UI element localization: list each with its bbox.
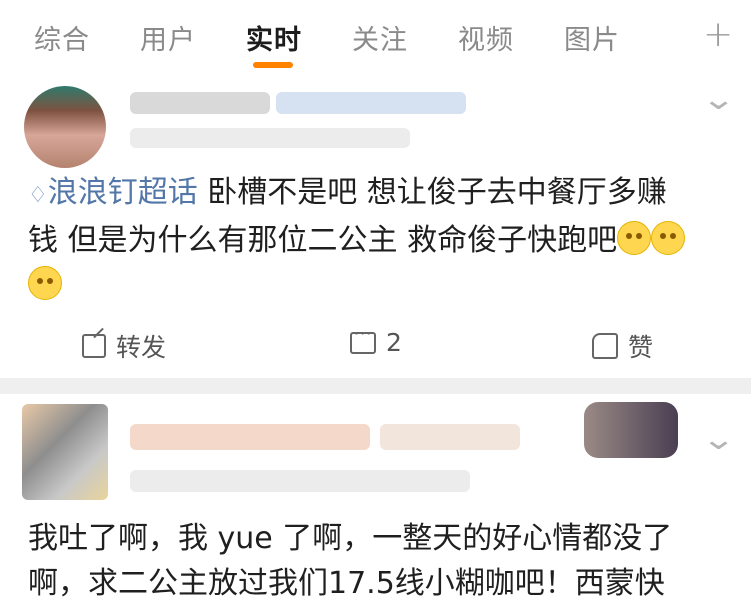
plus-icon[interactable]: + [703, 14, 733, 55]
active-tab-indicator [253, 62, 293, 68]
post-text: ♢浪浪钉超话 卧槽不是吧 想让俊子去中餐厅多赚 钱 但是为什么有那位二公主 救命… [28, 170, 728, 308]
share-icon [82, 334, 106, 358]
avatar[interactable] [22, 404, 108, 500]
tab-following[interactable]: 关注 [352, 18, 408, 57]
post-text-line1: 卧槽不是吧 想让俊子去中餐厅多赚 [197, 175, 667, 210]
username-blurred[interactable] [130, 424, 370, 450]
tab-pictures[interactable]: 图片 [564, 18, 620, 57]
user-badge-blurred [276, 92, 466, 114]
smile-emoji [617, 221, 652, 255]
comment-button[interactable]: 2 [350, 324, 402, 357]
diamond-topic-icon[interactable]: ♢ [28, 183, 48, 208]
tab-realtime[interactable]: 实时 [246, 18, 302, 57]
smile-emoji [651, 221, 686, 255]
post-text-line1: 我吐了啊，我 yue 了啊，一整天的好心情都没了 [28, 521, 673, 556]
like-label: 赞 [628, 333, 654, 362]
post-text: 我吐了啊，我 yue 了啊，一整天的好心情都没了 啊，求二公主放过我们17.5线… [28, 516, 728, 606]
tab-video[interactable]: 视频 [458, 18, 514, 57]
comment-count: 2 [386, 328, 402, 357]
share-button[interactable]: 转发 [82, 328, 166, 364]
tab-users[interactable]: 用户 [140, 18, 196, 57]
tab-comprehensive[interactable]: 综合 [34, 18, 90, 57]
card-separator [0, 378, 751, 394]
post-actions: 转发 2 赞 [0, 324, 751, 368]
post-text-line2: 钱 但是为什么有那位二公主 救命俊子快跑吧 [28, 223, 618, 258]
user-badge-blurred [380, 424, 520, 450]
tab-bar: 综合 用户 实时 关注 视频 图片 + [0, 0, 751, 78]
post-text-line2: 啊，求二公主放过我们17.5线小糊咖吧！西蒙快 [28, 566, 665, 601]
like-button[interactable]: 赞 [592, 328, 653, 364]
post-card: ⌄ ♢浪浪钉超话 卧槽不是吧 想让俊子去中餐厅多赚 钱 但是为什么有那位二公主 … [0, 78, 751, 378]
post-card: ⌄ 我吐了啊，我 yue 了啊，一整天的好心情都没了 啊，求二公主放过我们17.… [0, 394, 751, 613]
chevron-down-icon[interactable]: ⌄ [701, 82, 736, 117]
smile-emoji [28, 266, 62, 300]
username-blurred[interactable] [130, 92, 270, 114]
post-meta-blurred [130, 128, 410, 148]
chevron-down-icon[interactable]: ⌄ [701, 422, 736, 457]
decoration-image-blurred [584, 402, 678, 458]
comment-icon [350, 324, 376, 354]
share-label: 转发 [116, 333, 167, 362]
avatar[interactable] [24, 86, 106, 168]
topic-link[interactable]: 浪浪钉超话 [48, 175, 198, 210]
post-meta-blurred [130, 470, 470, 492]
thumbs-up-icon [592, 333, 618, 359]
